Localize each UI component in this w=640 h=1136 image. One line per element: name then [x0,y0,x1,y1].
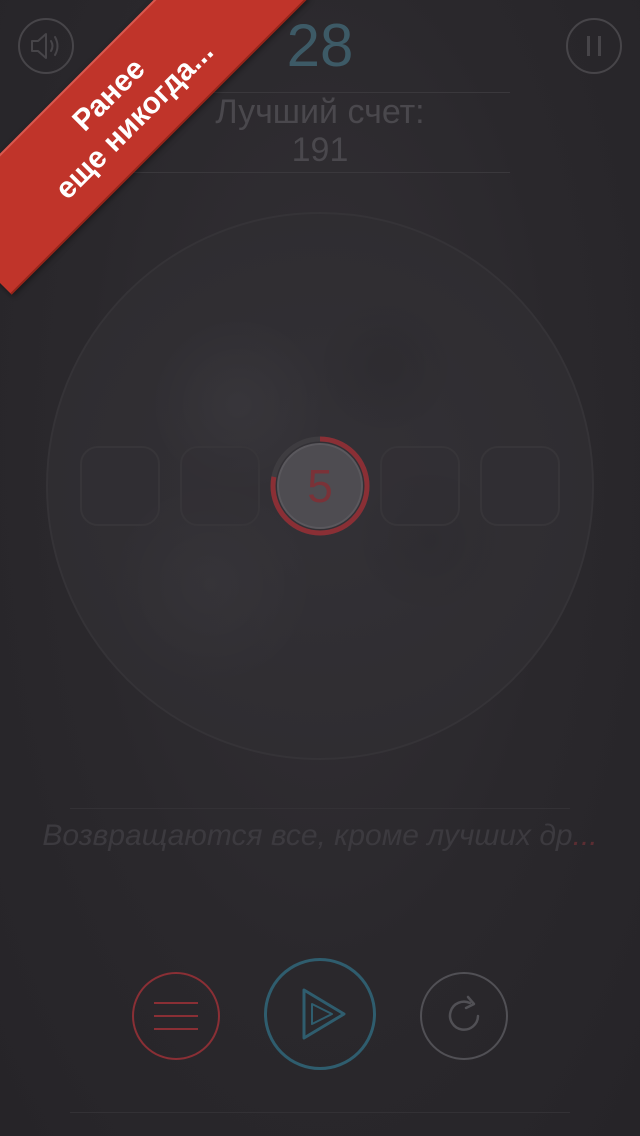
pause-icon [587,36,601,56]
menu-icon [154,1002,198,1030]
game-screen: 28 Лучший счет: 191 5 Возвращаются все, … [0,0,640,1136]
quote-text: Возвращаются все, кроме лучших др... [40,816,600,856]
countdown-timer: 5 [270,436,370,536]
best-score-divider [130,172,510,173]
quote-ellipsis: ... [572,819,598,852]
quote-body: Возвращаются все, кроме лучших др [42,819,573,852]
tile-slot[interactable] [80,446,160,526]
replay-icon [448,995,480,1031]
pause-button[interactable] [566,18,622,74]
tile-slot[interactable] [180,446,260,526]
menu-button[interactable] [132,972,220,1060]
tile-slot[interactable] [480,446,560,526]
quote-divider-top [70,808,570,809]
replay-button[interactable] [420,972,508,1060]
bottom-divider [70,1112,570,1113]
timer-value: 5 [307,460,333,512]
play-button[interactable] [264,958,376,1070]
tile-slot[interactable] [380,446,460,526]
play-icon [302,988,346,1040]
